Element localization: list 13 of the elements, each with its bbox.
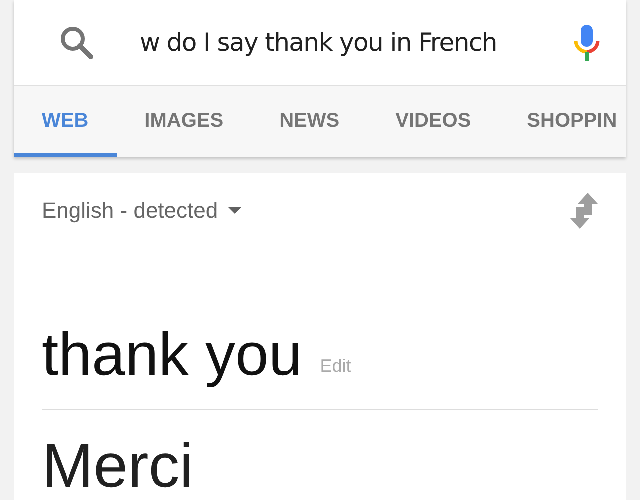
edit-link[interactable]: Edit bbox=[320, 356, 352, 377]
source-text: thank you bbox=[42, 325, 302, 385]
swap-icon[interactable] bbox=[570, 193, 598, 229]
tab[interactable]: IMAGES bbox=[116, 86, 252, 157]
tab[interactable]: SHOPPIN bbox=[499, 86, 626, 157]
caret-icon bbox=[228, 207, 242, 215]
translation-text: Merci bbox=[42, 436, 195, 498]
tab[interactable]: VIDEOS bbox=[368, 86, 500, 157]
language-dropdown[interactable]: English - detected bbox=[42, 198, 242, 224]
search-field[interactable]: w do I say thank you in French bbox=[140, 28, 562, 57]
tab[interactable]: WEB bbox=[14, 86, 117, 157]
tab[interactable]: NEWS bbox=[252, 86, 368, 157]
microphone-icon[interactable] bbox=[572, 24, 602, 62]
